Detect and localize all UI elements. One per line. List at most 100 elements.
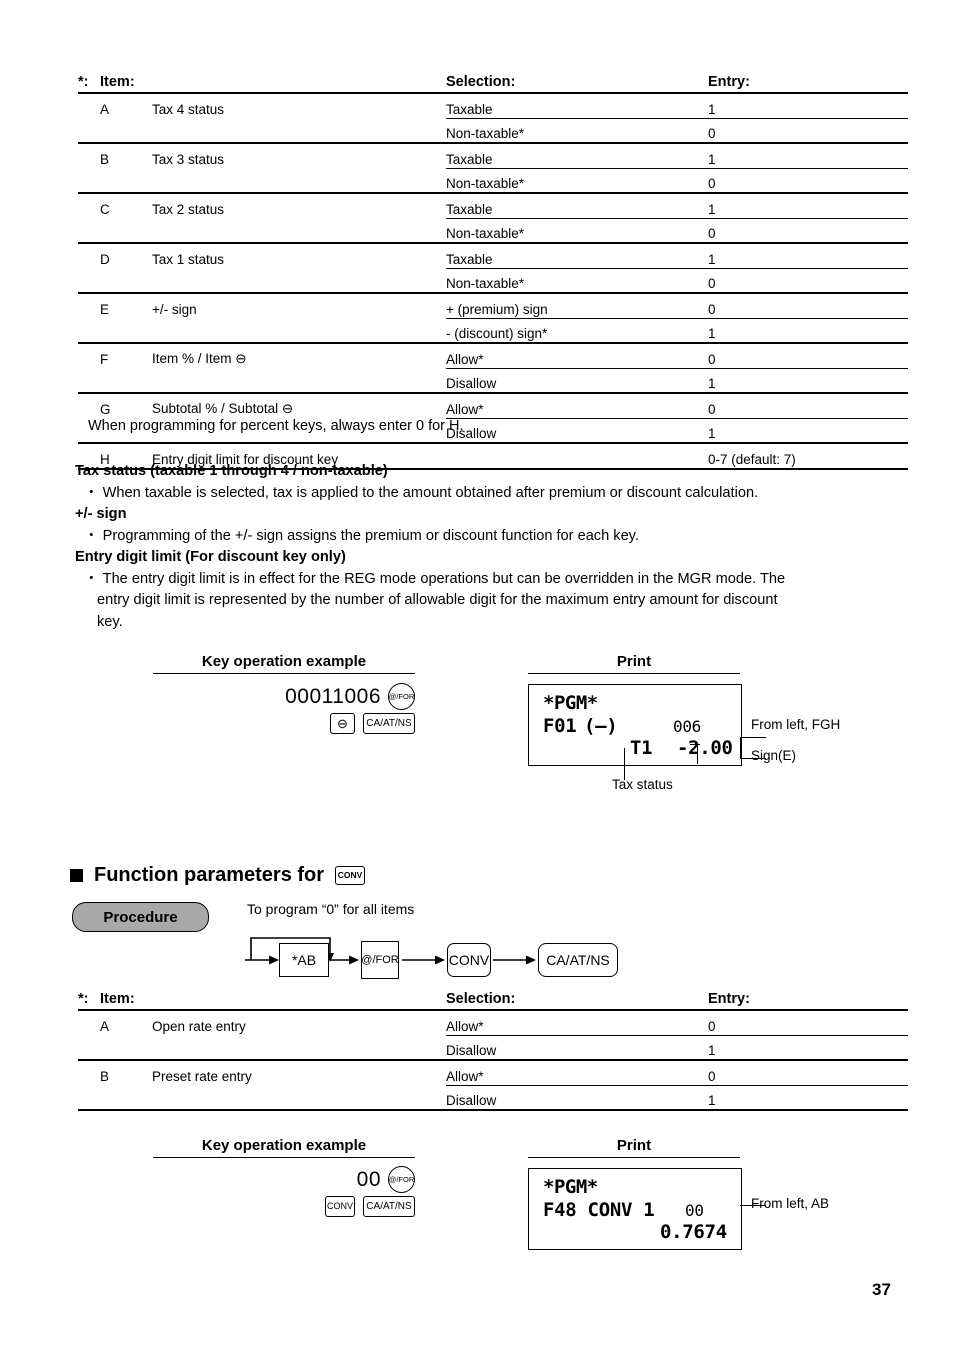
row-selection: Non-taxable* [446,168,708,194]
example1-row1: 00011006 @/FOR [200,683,415,710]
callout-tax-status: Tax status [612,777,673,792]
section-heading-conv: Function parameters for CONV [70,864,366,887]
section-heading-text: Function parameters for [94,864,325,886]
row-selection: Non-taxable* [446,268,708,294]
row-entry: 1 [708,1085,908,1111]
table-row: Non-taxable* 0 [78,268,908,294]
table2-header-star: *: [78,991,100,1011]
table-row: Non-taxable* 0 [78,218,908,244]
conv-key-icon[interactable]: CONV [325,1196,355,1217]
table1-header-star: *: [78,74,100,94]
row-letter: B [100,152,110,167]
discount-key-icon[interactable]: ⊖ [330,713,355,734]
flow-step-ca-at-ns-key-icon[interactable]: CA/AT/NS [538,943,618,977]
row-entry: 0 [708,1060,908,1086]
receipt-print-2: *PGM* F48 CONV 1 00 0.7674 [528,1168,742,1250]
square-bullet-icon [70,869,83,882]
table2-header-selection: Selection: [446,991,708,1011]
row-letter [100,268,152,294]
receipt2-function-code: F48 CONV 1 [543,1199,655,1221]
table-row: D Tax 1 status Taxable 1 [78,243,908,269]
row-star [78,268,100,294]
row-selection: + (premium) sign [446,293,708,319]
function-parameters-table-1: *: Item: Selection: Entry: A Tax 4 statu… [78,74,908,470]
flow-step-conv-key-icon[interactable]: CONV [447,943,491,977]
plus-minus-sign-bullet: ・ Programming of the +/- sign assigns th… [84,527,639,544]
row-selection: Taxable [446,93,708,119]
table2-header-item-spacer [152,991,446,1011]
row-star [78,218,100,244]
row-item: Tax 2 status [152,202,225,217]
row-item [152,1085,446,1111]
sign-tick-cap [690,744,700,746]
table-row: Non-taxable* 0 [78,118,908,144]
callout1-leader-vert [740,737,742,759]
key-operation-example-title-1: Key operation example [201,653,367,670]
table-row: B Preset rate entry Allow* 0 [78,1060,908,1086]
receipt2-ab-value: 00 [685,1201,704,1220]
row-entry: 1 [708,318,908,344]
example2-entry-number: 00 [356,1167,381,1191]
row-selection: Non-taxable* [446,118,708,144]
print-title-2: Print [616,1137,652,1154]
table1-header-entry: Entry: [708,74,908,94]
row-item [152,218,446,244]
row-letter: A [100,1019,110,1034]
row-selection: Disallow [446,1085,708,1111]
row-star [78,93,100,118]
example1-row2: ⊖ CA/AT/NS [200,713,415,734]
explanation-block: Tax status (taxable 1 through 4 / non-ta… [75,461,925,633]
receipt1-function-code: F01 [543,715,577,737]
row-entry: 0 [708,343,908,369]
row-selection: Allow* [446,1060,708,1086]
row-item: +/- sign [152,302,197,317]
table-row: - (discount) sign* 1 [78,318,908,344]
row-item: Open rate entry [152,1019,246,1034]
sign-tick-leader [697,744,699,764]
row-letter: E [100,302,110,317]
table1-header-selection: Selection: [446,74,708,94]
conv-key-icon: CONV [335,866,366,885]
row-letter: D [100,252,110,267]
print2-rule [528,1157,740,1158]
table1-header-item-spacer [152,74,446,94]
flow-step-at-for-key-icon[interactable]: @/FOR [361,941,399,979]
table-row: C Tax 2 status Taxable 1 [78,193,908,219]
key-operation-example-title-2: Key operation example [201,1137,367,1154]
row-item: Tax 1 status [152,252,225,267]
row-letter [100,218,152,244]
row-selection: Taxable [446,243,708,269]
ca-at-ns-key-icon[interactable]: CA/AT/NS [363,1196,415,1217]
example2-row1: 00 @/FOR [200,1166,415,1193]
row-star [78,318,100,344]
row-letter [100,368,152,394]
row-entry: 1 [708,143,908,169]
row-selection: Allow* [446,393,708,419]
table2-header-entry: Entry: [708,991,908,1011]
flow-step-ab[interactable]: *AB [279,943,329,977]
receipt1-sign-paren: (—) [584,715,618,737]
print1-rule [528,673,740,674]
at-for-key-icon[interactable]: @/FOR [388,683,415,710]
row-item [152,1035,446,1061]
tax-status-bullet: ・ When taxable is selected, tax is appli… [84,484,759,501]
ca-at-ns-key-icon[interactable]: CA/AT/NS [363,713,415,734]
row-letter [100,118,152,144]
row-selection: Non-taxable* [446,218,708,244]
row-entry: 0 [708,218,908,244]
row-star [78,168,100,194]
row-star [78,1035,100,1061]
row-entry: 1 [708,243,908,269]
row-item [152,268,446,294]
row-item: Subtotal % / Subtotal ⊖ [152,401,294,416]
row-star [78,293,100,318]
row-selection: Allow* [446,1010,708,1036]
example1-entry-number: 00011006 [285,684,381,708]
procedure-note: To program “0” for all items [247,901,415,917]
at-for-key-icon[interactable]: @/FOR [388,1166,415,1193]
table-row: Non-taxable* 0 [78,168,908,194]
receipt1-fgh-value: 006 [673,717,701,736]
row-item: Tax 4 status [152,102,225,117]
row-star [78,1060,100,1085]
callout1-leader-top [740,737,766,739]
